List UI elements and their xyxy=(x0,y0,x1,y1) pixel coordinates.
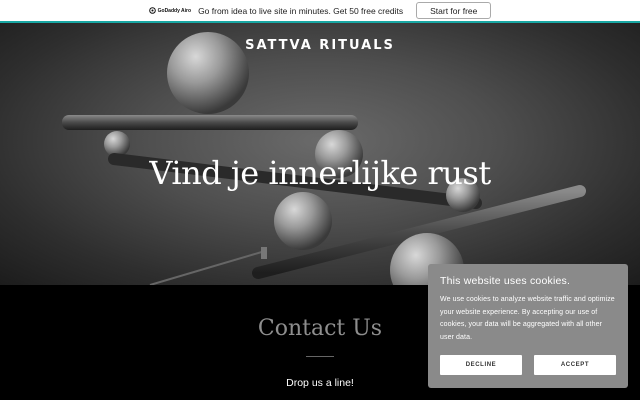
cookie-banner: This website uses cookies. We use cookie… xyxy=(428,264,628,388)
page: GoDaddy Airo Go from idea to live site i… xyxy=(0,0,640,400)
lower-sphere xyxy=(274,192,332,250)
pin xyxy=(261,247,267,259)
cookie-buttons: DECLINE ACCEPT xyxy=(440,355,616,375)
contact-divider xyxy=(306,356,334,357)
godaddy-logo-text: GoDaddy Airo xyxy=(157,7,192,14)
accept-button[interactable]: ACCEPT xyxy=(534,355,616,375)
cookie-title: This website uses cookies. xyxy=(440,275,571,287)
top-rod xyxy=(62,115,358,130)
godaddy-icon xyxy=(148,7,156,14)
godaddy-logo[interactable]: GoDaddy Airo xyxy=(148,7,192,14)
thin-wire xyxy=(149,250,266,285)
start-for-free-button[interactable]: Start for free xyxy=(416,2,492,19)
promo-bar: GoDaddy Airo Go from idea to live site i… xyxy=(0,0,640,23)
site-brand[interactable]: SATTVA RITUALS xyxy=(0,38,640,53)
promo-message: Go from idea to live site in minutes. Ge… xyxy=(198,5,404,16)
cookie-text: We use cookies to analyze website traffi… xyxy=(440,296,615,341)
decline-button[interactable]: DECLINE xyxy=(440,355,522,375)
hero-headline: Vind je innerlijke rust xyxy=(149,154,491,192)
hero-section: SATTVA RITUALS Vind je innerlijke rust xyxy=(0,23,640,285)
